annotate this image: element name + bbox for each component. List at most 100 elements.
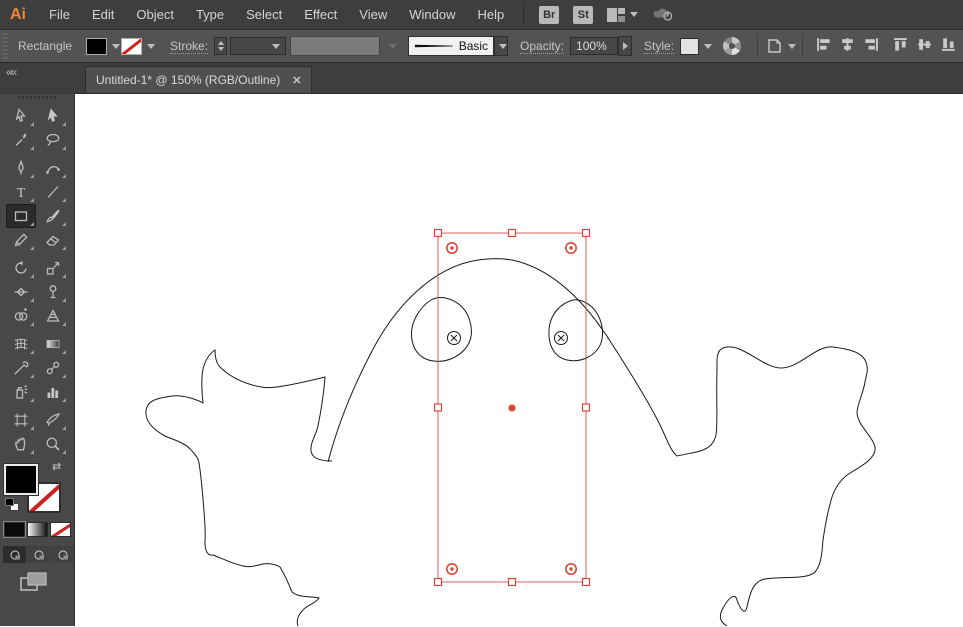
document-tab[interactable]: Untitled-1* @ 150% (RGB/Outline) ✕ [85, 66, 313, 93]
menu-object[interactable]: Object [125, 0, 185, 29]
right-eye-circle[interactable] [554, 331, 568, 345]
tool-direct-selection[interactable] [38, 104, 68, 128]
menu-effect[interactable]: Effect [293, 0, 348, 29]
selection-handle[interactable] [433, 403, 443, 412]
tool-scale[interactable] [38, 256, 68, 280]
tool-line-segment[interactable] [38, 180, 68, 204]
panel-grip[interactable] [2, 33, 8, 59]
color-button[interactable] [4, 522, 25, 537]
menu-type[interactable]: Type [185, 0, 235, 29]
horizontal-align-right-icon[interactable] [863, 36, 880, 56]
recolor-artwork-icon[interactable] [723, 37, 742, 55]
tool-slice[interactable] [38, 408, 68, 432]
ghost-head-path[interactable] [327, 258, 678, 463]
swap-fill-stroke-icon[interactable]: ⇄ [52, 460, 61, 473]
horizontal-align-left-icon[interactable] [815, 36, 832, 56]
stroke-none-swatch[interactable] [121, 37, 143, 55]
none-button[interactable] [50, 522, 71, 537]
creative-cloud-power-icon[interactable] [654, 5, 674, 25]
selection-center-point[interactable] [508, 404, 516, 412]
tool-width[interactable] [6, 280, 36, 304]
left-eye-circle[interactable] [447, 331, 461, 345]
tool-eraser[interactable] [38, 228, 68, 252]
fill-proxy-swatch[interactable] [4, 464, 38, 495]
selection-handle[interactable] [581, 403, 591, 412]
stroke-chevron-icon[interactable] [142, 38, 156, 55]
live-corner-widget[interactable] [564, 562, 577, 575]
menu-view[interactable]: View [348, 0, 398, 29]
menu-file[interactable]: File [38, 0, 81, 29]
chevron-down-icon[interactable] [788, 43, 797, 49]
collapse-panel-icon[interactable]: «« [6, 65, 17, 79]
fill-chevron-icon[interactable] [107, 38, 121, 55]
selection-handle[interactable] [433, 228, 443, 238]
tool-shape-builder[interactable] [6, 304, 36, 328]
live-corner-widget[interactable] [564, 242, 577, 255]
vertical-align-bottom-icon[interactable] [940, 36, 957, 56]
tool-artboard[interactable] [6, 408, 36, 432]
tool-curvature[interactable] [38, 156, 68, 180]
opacity-label[interactable]: Opacity: [520, 39, 565, 54]
menu-help[interactable]: Help [466, 0, 515, 29]
brush-definition-dropdown[interactable]: Basic [408, 36, 495, 56]
draw-inside-button[interactable] [51, 546, 74, 563]
tool-rotate[interactable] [6, 256, 36, 280]
draw-normal-button[interactable] [3, 546, 26, 563]
ghost-right-arm-path[interactable] [676, 346, 876, 626]
toolbar-grip[interactable] [18, 96, 56, 99]
selection-handle[interactable] [433, 577, 443, 587]
gradient-button[interactable] [27, 522, 48, 537]
stroke-weight-stepper[interactable] [214, 37, 228, 55]
ghost-left-ear-path[interactable] [411, 297, 472, 362]
live-corner-widget[interactable] [445, 242, 458, 255]
menu-edit[interactable]: Edit [81, 0, 125, 29]
stroke-label[interactable]: Stroke: [170, 39, 209, 54]
tool-pen[interactable] [6, 156, 36, 180]
ghost-right-ear-path[interactable] [548, 299, 604, 362]
live-corner-widget[interactable] [445, 562, 458, 575]
tool-magic-wand[interactable] [6, 128, 36, 152]
menu-window[interactable]: Window [398, 0, 466, 29]
tool-perspective-grid[interactable] [38, 304, 68, 328]
selection-handle[interactable] [581, 577, 591, 587]
vertical-align-center-icon[interactable] [916, 36, 933, 56]
brush-chevron-icon[interactable] [494, 36, 509, 56]
tool-zoom[interactable] [38, 432, 68, 456]
workspace-switcher[interactable] [606, 5, 639, 25]
opacity-expander-icon[interactable] [618, 36, 633, 56]
tool-rectangle[interactable] [6, 204, 36, 228]
tab-close-icon[interactable]: ✕ [292, 74, 301, 87]
canvas[interactable] [75, 94, 963, 626]
tool-shaper[interactable] [6, 228, 36, 252]
style-label[interactable]: Style: [644, 39, 675, 54]
tool-lasso[interactable] [38, 128, 68, 152]
selection-handle[interactable] [507, 228, 517, 238]
artboard-svg[interactable] [75, 94, 963, 626]
graphic-style-swatch[interactable] [680, 37, 700, 55]
tool-column-graph[interactable] [38, 380, 68, 404]
tool-hand[interactable] [6, 432, 36, 456]
selection-handle[interactable] [507, 577, 517, 587]
horizontal-align-center-icon[interactable] [839, 36, 856, 56]
opacity-input[interactable]: 100% [570, 37, 619, 55]
style-chevron-icon[interactable] [699, 38, 713, 55]
tool-type[interactable]: T [6, 180, 36, 204]
draw-behind-button[interactable] [27, 546, 50, 563]
vertical-align-top-icon[interactable] [892, 36, 909, 56]
tool-gradient[interactable] [38, 332, 68, 356]
stroke-weight-dropdown[interactable] [230, 37, 287, 55]
default-fill-stroke-icon[interactable] [5, 498, 19, 511]
stock-button[interactable]: St [573, 5, 594, 24]
fill-color-swatch[interactable] [86, 37, 108, 55]
ghost-left-arm-path[interactable] [145, 349, 333, 626]
screen-mode-icon[interactable] [20, 572, 48, 597]
tool-puppet-warp[interactable] [38, 280, 68, 304]
document-setup-icon[interactable] [764, 36, 784, 56]
tool-mesh[interactable] [6, 332, 36, 356]
tool-blend[interactable] [38, 356, 68, 380]
tool-symbol-sprayer[interactable] [6, 380, 36, 404]
bridge-button[interactable]: Br [539, 5, 560, 24]
tool-paintbrush[interactable] [38, 204, 68, 228]
selection-handle[interactable] [581, 228, 591, 238]
menu-select[interactable]: Select [235, 0, 293, 29]
